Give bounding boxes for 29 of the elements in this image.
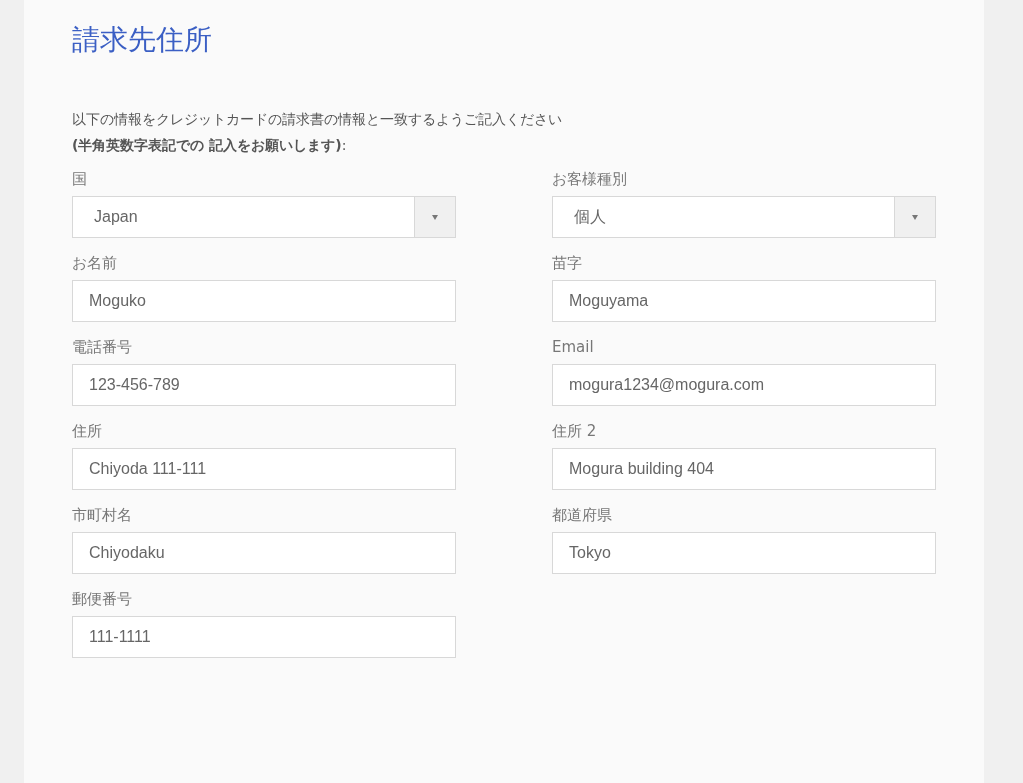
field-label: 苗字: [552, 254, 582, 272]
input-field[interactable]: mogura1234@mogura.com: [552, 364, 936, 406]
note-text: (半角英数字表記での 記入をお願いします):: [72, 136, 348, 155]
field-label: 市町村名: [72, 506, 132, 524]
input-field[interactable]: 111-1111: [72, 616, 456, 658]
input-field[interactable]: Chiyodaku: [72, 532, 456, 574]
page-title: 請求先住所: [72, 22, 213, 58]
field-label: 都道府県: [552, 506, 612, 524]
dropdown-field[interactable]: Japan: [72, 196, 456, 238]
input-field[interactable]: 123-456-789: [72, 364, 456, 406]
field-label: お名前: [72, 254, 117, 272]
field-label: 国: [72, 170, 87, 188]
field-label: 住所 2: [552, 422, 597, 440]
field-label: 住所: [72, 422, 102, 440]
dropdown-button[interactable]: [894, 197, 935, 237]
input-field[interactable]: Moguyama: [552, 280, 936, 322]
field-label: 電話番号: [72, 338, 132, 356]
intro-text: 以下の情報をクレジットカードの請求書の情報と一致するようご記入ください: [72, 110, 563, 129]
input-field[interactable]: Moguko: [72, 280, 456, 322]
dropdown-button[interactable]: [414, 197, 455, 237]
field-label: Email: [552, 338, 594, 356]
dropdown-field[interactable]: 個人: [552, 196, 936, 238]
input-field[interactable]: Tokyo: [552, 532, 936, 574]
input-field[interactable]: Chiyoda 111-111: [72, 448, 456, 490]
input-field[interactable]: Mogura building 404: [552, 448, 936, 490]
field-label: 郵便番号: [72, 590, 132, 608]
dropdown-arrow-icon: [432, 214, 438, 220]
dropdown-arrow-icon: [912, 214, 918, 220]
field-label: お客様種別: [552, 170, 627, 188]
